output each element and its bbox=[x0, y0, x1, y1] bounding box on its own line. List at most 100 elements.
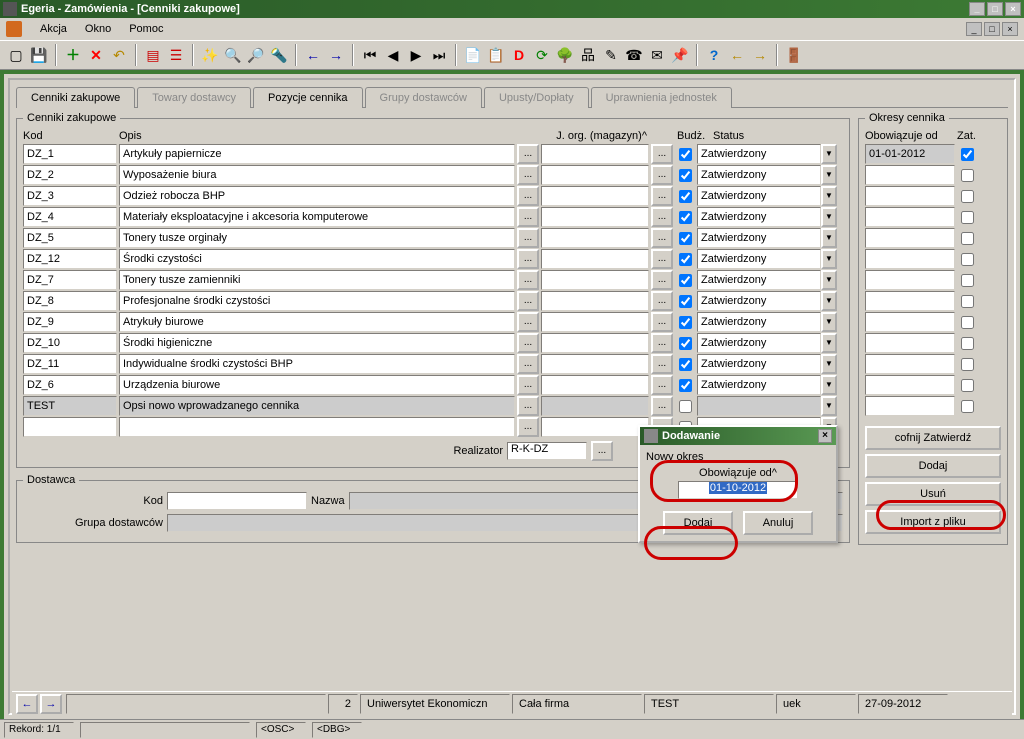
nav-left-icon[interactable]: ← bbox=[727, 45, 747, 65]
cell-status[interactable]: Zatwierdzony bbox=[697, 291, 821, 311]
table-row[interactable]: DZ_7Tonery tusze zamienniki......Zatwier… bbox=[23, 270, 843, 290]
zat-checkbox[interactable] bbox=[957, 144, 977, 164]
okresy-row[interactable] bbox=[865, 396, 1001, 416]
cell-jorg[interactable] bbox=[541, 186, 649, 206]
okresy-row[interactable] bbox=[865, 249, 1001, 269]
help-icon[interactable]: ? bbox=[704, 45, 724, 65]
cell-opis[interactable]: Środki higieniczne bbox=[119, 333, 515, 353]
cell-jorg[interactable] bbox=[541, 249, 649, 269]
import-button[interactable]: Import z pliku bbox=[865, 510, 1001, 534]
budz-checkbox[interactable] bbox=[675, 312, 695, 332]
next-icon[interactable]: → bbox=[326, 45, 346, 65]
nav-next-icon[interactable]: → bbox=[40, 694, 62, 714]
menu-akcja[interactable]: Akcja bbox=[34, 21, 73, 37]
zat-checkbox[interactable] bbox=[957, 270, 977, 290]
table-row[interactable]: DZ_4Materiały eksploatacyjne i akcesoria… bbox=[23, 207, 843, 227]
cell-jorg[interactable] bbox=[541, 228, 649, 248]
table-row[interactable]: DZ_12Środki czystości......Zatwierdzony▼ bbox=[23, 249, 843, 269]
opis-lookup[interactable]: ... bbox=[517, 417, 539, 437]
table-row[interactable]: DZ_6Urządzenia biurowe......Zatwierdzony… bbox=[23, 375, 843, 395]
add-icon[interactable]: ＋ bbox=[63, 45, 83, 65]
cell-status[interactable]: Zatwierdzony bbox=[697, 207, 821, 227]
budz-checkbox[interactable] bbox=[675, 207, 695, 227]
budz-checkbox[interactable] bbox=[675, 291, 695, 311]
dialog-close-button[interactable]: × bbox=[818, 429, 832, 443]
close-button[interactable]: × bbox=[1005, 2, 1021, 16]
cell-jorg[interactable] bbox=[541, 375, 649, 395]
okresy-row[interactable] bbox=[865, 228, 1001, 248]
budz-checkbox[interactable] bbox=[675, 354, 695, 374]
cell-kod[interactable]: DZ_11 bbox=[23, 354, 117, 374]
kod-input[interactable] bbox=[167, 492, 307, 510]
menu-okno[interactable]: Okno bbox=[79, 21, 117, 37]
cell-opis[interactable]: Indywidualne środki czystości BHP bbox=[119, 354, 515, 374]
table-row[interactable]: DZ_10Środki higieniczne......Zatwierdzon… bbox=[23, 333, 843, 353]
org-icon[interactable]: 品 bbox=[578, 45, 598, 65]
cell-opis[interactable]: Tonery tusze zamienniki bbox=[119, 270, 515, 290]
child-close-button[interactable]: × bbox=[1002, 22, 1018, 36]
jorg-lookup[interactable]: ... bbox=[651, 207, 673, 227]
cell-status[interactable]: Zatwierdzony bbox=[697, 165, 821, 185]
nav-right-icon[interactable]: → bbox=[750, 45, 770, 65]
cell-status[interactable]: Zatwierdzony bbox=[697, 270, 821, 290]
status-dropdown[interactable]: ▼ bbox=[821, 354, 837, 374]
cell-jorg[interactable] bbox=[541, 333, 649, 353]
tab-grupy[interactable]: Grupy dostawców bbox=[365, 87, 482, 108]
cell-status[interactable] bbox=[697, 396, 821, 416]
cell-date[interactable] bbox=[865, 312, 955, 332]
table-row[interactable]: DZ_2Wyposażenie biura......Zatwierdzony▼ bbox=[23, 165, 843, 185]
budz-checkbox[interactable] bbox=[675, 375, 695, 395]
copy-icon[interactable]: 📄 bbox=[463, 45, 483, 65]
okresy-row[interactable] bbox=[865, 291, 1001, 311]
budz-checkbox[interactable] bbox=[675, 186, 695, 206]
sign-icon[interactable]: ✎ bbox=[601, 45, 621, 65]
cell-status[interactable]: Zatwierdzony bbox=[697, 333, 821, 353]
dialog-dodaj-button[interactable]: Dodaj bbox=[663, 511, 733, 535]
mail-icon[interactable]: ✉ bbox=[647, 45, 667, 65]
cell-jorg[interactable] bbox=[541, 291, 649, 311]
cell-date[interactable] bbox=[865, 165, 955, 185]
jorg-lookup[interactable]: ... bbox=[651, 186, 673, 206]
forward-icon[interactable]: ▶ bbox=[406, 45, 426, 65]
realizator-lookup[interactable]: ... bbox=[591, 441, 613, 461]
undo-icon[interactable]: ↶ bbox=[109, 45, 129, 65]
dialog-titlebar[interactable]: Dodawanie × bbox=[640, 427, 836, 445]
refresh-icon[interactable]: ⟳ bbox=[532, 45, 552, 65]
opis-lookup[interactable]: ... bbox=[517, 165, 539, 185]
cell-opis[interactable]: Profesjonalne środki czystości bbox=[119, 291, 515, 311]
cell-date[interactable] bbox=[865, 270, 955, 290]
cell-opis[interactable]: Atrykuły biurowe bbox=[119, 312, 515, 332]
zat-checkbox[interactable] bbox=[957, 396, 977, 416]
jorg-lookup[interactable]: ... bbox=[651, 333, 673, 353]
okresy-row[interactable] bbox=[865, 270, 1001, 290]
cell-kod[interactable]: DZ_4 bbox=[23, 207, 117, 227]
cell-jorg[interactable] bbox=[541, 396, 649, 416]
tab-towary[interactable]: Towary dostawcy bbox=[137, 87, 251, 108]
cell-kod[interactable]: DZ_8 bbox=[23, 291, 117, 311]
cell-kod[interactable]: TEST bbox=[23, 396, 117, 416]
nav-prev-icon[interactable]: ← bbox=[16, 694, 38, 714]
okresy-row[interactable] bbox=[865, 333, 1001, 353]
cell-kod[interactable]: DZ_5 bbox=[23, 228, 117, 248]
child-minimize-button[interactable]: _ bbox=[966, 22, 982, 36]
cell-kod[interactable]: DZ_7 bbox=[23, 270, 117, 290]
cell-date[interactable] bbox=[865, 354, 955, 374]
status-dropdown[interactable]: ▼ bbox=[821, 333, 837, 353]
budz-checkbox[interactable] bbox=[675, 333, 695, 353]
zat-checkbox[interactable] bbox=[957, 354, 977, 374]
last-icon[interactable]: ⏭ bbox=[429, 45, 449, 65]
tab-cenniki[interactable]: Cenniki zakupowe bbox=[16, 87, 135, 108]
budz-checkbox[interactable] bbox=[675, 144, 695, 164]
jorg-lookup[interactable]: ... bbox=[651, 249, 673, 269]
jorg-lookup[interactable]: ... bbox=[651, 354, 673, 374]
zat-checkbox[interactable] bbox=[957, 165, 977, 185]
cell-date[interactable] bbox=[865, 228, 955, 248]
cell-jorg[interactable] bbox=[541, 270, 649, 290]
status-dropdown[interactable]: ▼ bbox=[821, 396, 837, 416]
paste-icon[interactable]: 📋 bbox=[486, 45, 506, 65]
jorg-lookup[interactable]: ... bbox=[651, 144, 673, 164]
status-dropdown[interactable]: ▼ bbox=[821, 144, 837, 164]
cell-status[interactable]: Zatwierdzony bbox=[697, 354, 821, 374]
okresy-row[interactable] bbox=[865, 312, 1001, 332]
cell-opis[interactable]: Materiały eksploatacyjne i akcesoria kom… bbox=[119, 207, 515, 227]
